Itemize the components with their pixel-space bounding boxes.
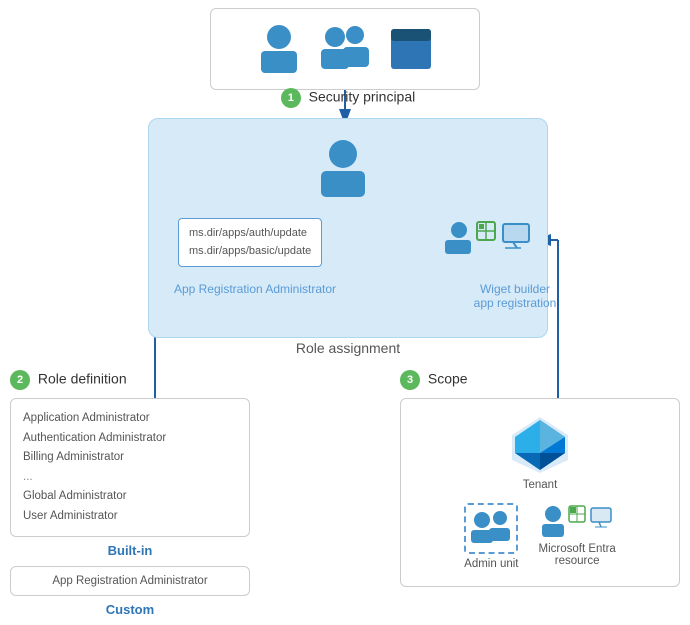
rd-item-1: Application Administrator: [23, 409, 237, 429]
role-assignment-label: Role assignment: [148, 340, 548, 356]
admin-unit-label: Admin unit: [464, 558, 518, 570]
number-2: 2: [10, 370, 30, 390]
scope-title-text: Scope: [428, 371, 468, 387]
tenant-diamond-icon: [510, 415, 570, 475]
diagram: 1 Security principal ms.dir/apps/auth/up…: [0, 0, 690, 619]
ra-person-icon: [316, 138, 370, 200]
widget-icons: [445, 218, 535, 258]
ms-entra-label: Microsoft Entraresource: [539, 543, 616, 567]
rd-item-4: Global Administrator: [23, 487, 237, 507]
ms-entra-icon: [541, 503, 613, 539]
app-reg-box: ms.dir/apps/auth/update ms.dir/apps/basi…: [178, 218, 322, 267]
rd-item-3: Billing Administrator: [23, 448, 237, 468]
scope-box: 3 Scope Tenant: [400, 370, 680, 587]
scope-ms-entra: Microsoft Entraresource: [539, 503, 616, 570]
app-icon: [389, 27, 433, 71]
rd-title: 2 Role definition: [10, 370, 250, 390]
sp-text: Security principal: [309, 89, 416, 105]
scope-tenant: Tenant: [510, 415, 570, 491]
app-reg-line-2: ms.dir/apps/basic/update: [189, 243, 311, 261]
widget-area: [445, 218, 535, 258]
admin-unit-icon: [470, 509, 512, 545]
app-reg-line-1: ms.dir/apps/auth/update: [189, 225, 311, 243]
widget-label: Wiget builderapp registration: [460, 282, 570, 310]
security-principal-box: [210, 8, 480, 90]
number-1: 1: [281, 88, 301, 108]
rd-item-2: Authentication Administrator: [23, 429, 237, 449]
rd-builtin-label: Built-in: [10, 543, 250, 558]
group-icon: [319, 23, 371, 75]
scope-title: 3 Scope: [400, 370, 680, 390]
person-icon: [257, 23, 301, 75]
tenant-label: Tenant: [523, 479, 558, 491]
role-definition-box: 2 Role definition Application Administra…: [10, 370, 250, 625]
scope-inner: Tenant Admin unit: [400, 398, 680, 587]
number-3: 3: [400, 370, 420, 390]
rd-title-text: Role definition: [38, 371, 127, 387]
app-reg-role-label: App Registration Administrator: [155, 282, 355, 296]
admin-unit-icon-wrap: [464, 503, 518, 554]
rd-custom-box: App Registration Administrator: [10, 566, 250, 596]
security-principal-label: 1 Security principal: [213, 88, 483, 108]
rd-item-dots: ...: [23, 468, 237, 488]
scope-bottom-row: Admin unit: [464, 503, 616, 570]
rd-custom-label: Custom: [10, 602, 250, 617]
ra-person: [316, 138, 370, 200]
rd-item-5: User Administrator: [23, 507, 237, 527]
rd-builtin-box: Application Administrator Authentication…: [10, 398, 250, 537]
scope-admin-unit: Admin unit: [464, 503, 518, 570]
